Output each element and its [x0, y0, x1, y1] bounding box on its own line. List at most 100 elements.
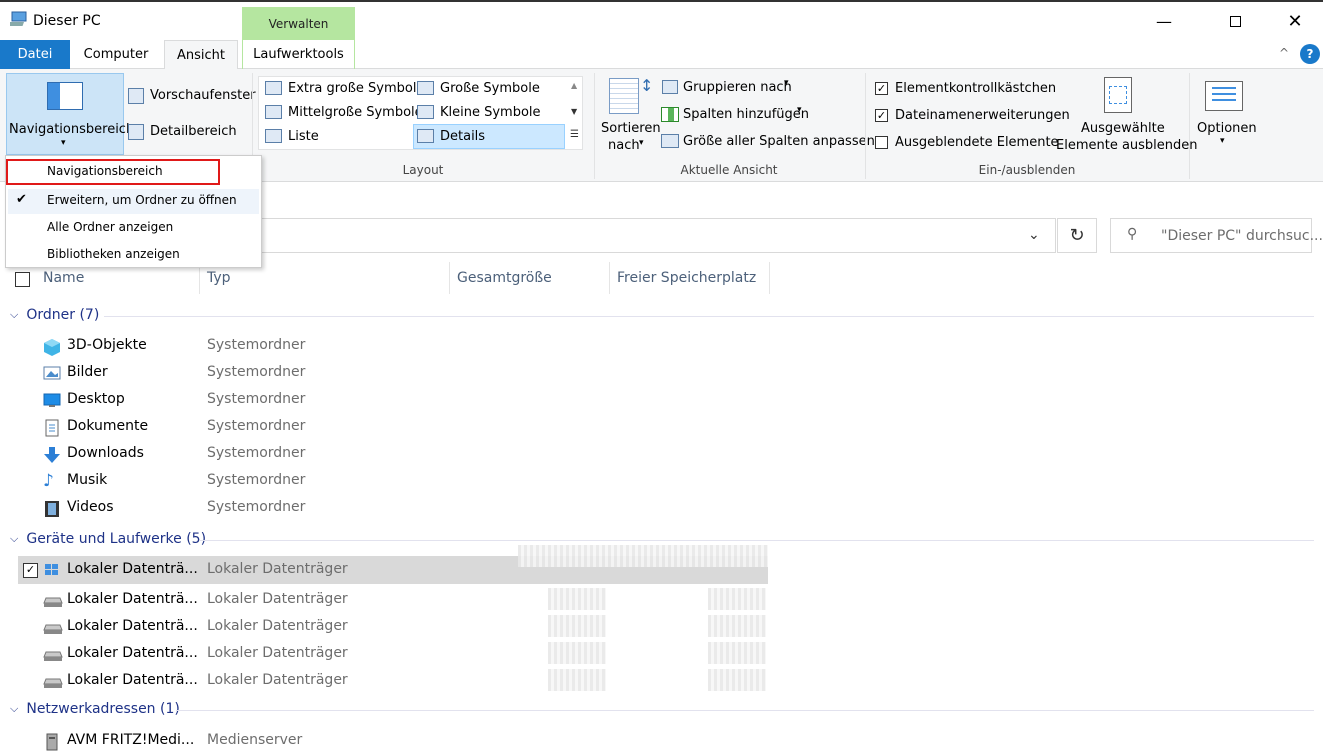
checkmark-icon: ✔	[16, 192, 27, 207]
group-by-chevron-icon: ▾	[784, 78, 789, 88]
obscured-total-size	[548, 588, 606, 610]
gallery-more-icon[interactable]: ☰	[570, 129, 579, 140]
tab-computer[interactable]: Computer	[72, 40, 160, 69]
options-icon	[1205, 81, 1243, 111]
list-item[interactable]: Lokaler Datenträ... Lokaler Datenträger	[40, 615, 540, 639]
current-view-group-label: Aktuelle Ansicht	[680, 163, 778, 177]
menu-item-expand-to-folder[interactable]: Erweitern, um Ordner zu öffnen	[47, 193, 237, 207]
nav-pane-button[interactable]: Navigationsbereich ▾	[6, 73, 134, 155]
item-name: AVM FRITZ!Medi...	[67, 732, 195, 748]
row-checkbox[interactable]: ✓	[23, 563, 38, 578]
list-item[interactable]: Lokaler Datenträ... Lokaler Datenträger	[40, 669, 540, 693]
layout-list[interactable]: Liste	[288, 129, 319, 144]
preview-pane-icon	[128, 88, 144, 104]
nav-pane-label: Navigationsbereich	[9, 122, 135, 137]
list-item[interactable]: 3D-Objekte Systemordner	[40, 334, 540, 358]
tab-ansicht[interactable]: Ansicht	[164, 40, 238, 70]
list-item[interactable]: AVM FRITZ!Medi... Medienserver	[40, 729, 540, 753]
list-item[interactable]: Downloads Systemordner	[40, 442, 540, 466]
list-item[interactable]: Lokaler Datenträ... Lokaler Datenträger	[40, 588, 540, 612]
fit-columns-button[interactable]: Größe aller Spalten anpassen	[683, 134, 875, 149]
obscured-total-size	[548, 615, 606, 637]
sort-arrow-icon: ↕	[640, 76, 654, 95]
sort-chevron-icon: ▾	[639, 138, 644, 148]
maximize-button[interactable]	[1212, 0, 1258, 42]
menu-item-show-all-folders[interactable]: Alle Ordner anzeigen	[47, 220, 173, 234]
item-name: Lokaler Datenträ...	[67, 645, 198, 661]
item-type: Systemordner	[207, 472, 306, 488]
layout-details-selected[interactable]	[413, 124, 565, 149]
address-bar[interactable]: ⌄	[262, 218, 1056, 253]
search-icon: ⚲	[1127, 226, 1138, 242]
refresh-button[interactable]: ↻	[1057, 218, 1097, 253]
layout-details[interactable]: Details	[440, 129, 485, 144]
documents-icon	[43, 419, 61, 437]
group-by-button[interactable]: Gruppieren nach	[683, 80, 792, 95]
item-name: Lokaler Datenträ...	[67, 561, 198, 577]
chevron-down-icon: ⌵	[10, 532, 19, 545]
group-header-drives[interactable]: ⌵ Geräte und Laufwerke (5)	[10, 531, 206, 547]
tab-laufwerktools[interactable]: Laufwerktools	[242, 40, 355, 69]
layout-large[interactable]: Große Symbole	[440, 81, 540, 96]
item-checkboxes-label: Elementkontrollkästchen	[895, 81, 1057, 96]
hidden-items-label: Ausgeblendete Elemente	[895, 135, 1059, 150]
group-header-network[interactable]: ⌵ Netzwerkadressen (1)	[10, 701, 180, 717]
item-checkboxes-checkbox[interactable]: ✓	[875, 82, 888, 95]
select-all-checkbox[interactable]	[15, 272, 30, 287]
list-item[interactable]: Lokaler Datenträ... Lokaler Datenträger	[40, 642, 540, 666]
list-item[interactable]: Bilder Systemordner	[40, 361, 540, 385]
layout-small[interactable]: Kleine Symbole	[440, 105, 541, 120]
list-item[interactable]: Lokaler Datenträ... Lokaler Datenträger	[40, 558, 540, 582]
layout-medium[interactable]: Mittelgroße Symbole	[288, 105, 423, 120]
hidden-items-checkbox[interactable]	[875, 136, 888, 149]
preview-pane-button[interactable]: Vorschaufenster	[150, 88, 256, 103]
3d-objects-icon	[43, 338, 61, 356]
collapse-ribbon-icon[interactable]: ^	[1279, 46, 1289, 60]
extensions-checkbox[interactable]: ✓	[875, 109, 888, 122]
list-item[interactable]: Videos Systemordner	[40, 496, 540, 520]
context-tab-verwalten: Verwalten	[242, 7, 355, 40]
item-type: Systemordner	[207, 364, 306, 380]
gallery-up-icon[interactable]: ▲	[571, 81, 577, 90]
drive-icon	[43, 646, 63, 662]
hide-selected-button[interactable]: Ausgewählte	[1081, 121, 1165, 136]
chevron-down-icon: ⌵	[10, 308, 19, 321]
list-item[interactable]: Dokumente Systemordner	[40, 415, 540, 439]
item-name: Downloads	[67, 445, 144, 461]
address-dropdown-icon[interactable]: ⌄	[1028, 227, 1040, 243]
menu-item-navigation-pane[interactable]: Navigationsbereich	[47, 164, 163, 178]
tab-datei[interactable]: Datei	[0, 40, 70, 69]
minimize-button[interactable]: —	[1141, 0, 1187, 42]
list-item[interactable]: Desktop Systemordner	[40, 388, 540, 412]
options-button[interactable]: Optionen	[1197, 121, 1257, 136]
details-pane-button[interactable]: Detailbereich	[150, 124, 237, 139]
sort-icon	[609, 78, 639, 114]
add-columns-button[interactable]: Spalten hinzufügen	[683, 107, 809, 122]
gallery-down-icon[interactable]: ▼	[571, 107, 577, 116]
pictures-icon	[43, 365, 61, 381]
item-type: Lokaler Datenträger	[207, 645, 348, 661]
help-icon[interactable]: ?	[1300, 44, 1320, 64]
obscured-sizes	[518, 545, 768, 567]
item-name: Lokaler Datenträ...	[67, 591, 198, 607]
drive-icon	[43, 592, 63, 608]
music-icon: ♪	[43, 471, 54, 491]
details-icon	[417, 129, 434, 143]
search-box[interactable]: ⚲ "Dieser PC" durchsuc...	[1110, 218, 1323, 253]
list-item[interactable]: ♪ Musik Systemordner	[40, 469, 540, 493]
medium-icons-icon	[265, 105, 282, 119]
column-type[interactable]: Typ	[207, 270, 231, 286]
column-free-space[interactable]: Freier Speicherplatz	[617, 270, 756, 286]
sort-button[interactable]: Sortieren	[601, 121, 661, 136]
group-by-icon	[662, 80, 678, 94]
obscured-total-size	[548, 669, 606, 691]
close-button[interactable]: ✕	[1272, 0, 1318, 42]
details-pane-icon	[128, 124, 144, 140]
layout-extra-large[interactable]: Extra große Symbole	[288, 81, 424, 96]
column-total-size[interactable]: Gesamtgröße	[457, 270, 552, 286]
list-icon	[265, 129, 282, 143]
group-header-folders[interactable]: ⌵ Ordner (7)	[10, 307, 99, 323]
search-placeholder: "Dieser PC" durchsuc...	[1161, 228, 1323, 244]
column-name[interactable]: Name	[43, 270, 84, 286]
menu-item-show-libraries[interactable]: Bibliotheken anzeigen	[47, 247, 180, 261]
